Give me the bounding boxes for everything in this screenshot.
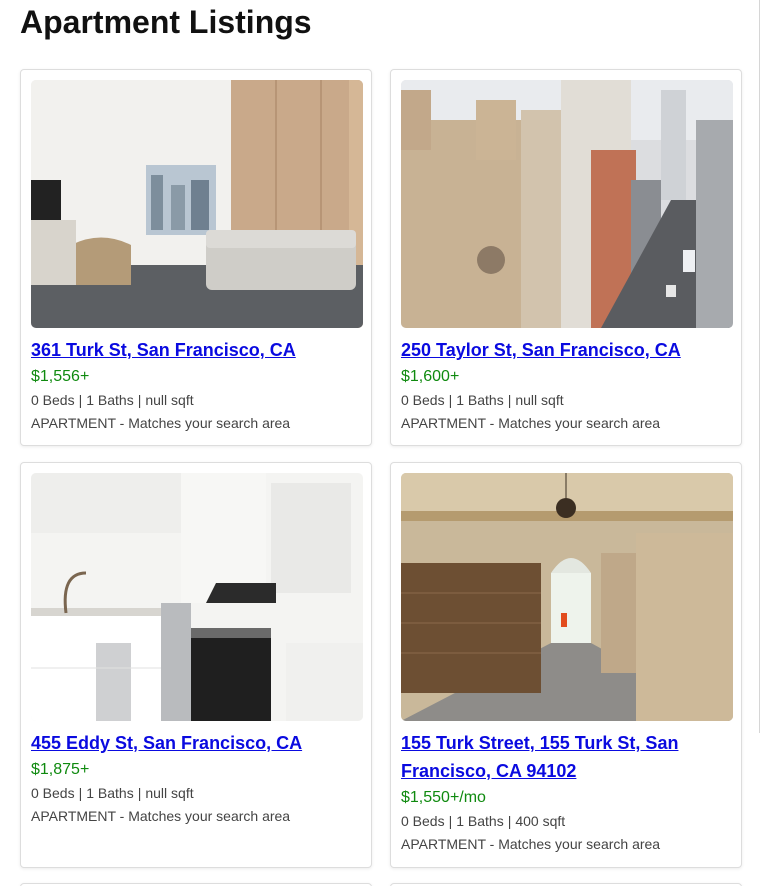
listing-photo-lobby[interactable]	[401, 473, 733, 721]
sqft-value: null sqft	[145, 392, 194, 408]
listing-photo-street[interactable]	[401, 80, 733, 328]
listing-info: 155 Turk Street, 155 Turk St, San Franci…	[401, 729, 733, 854]
listing-price: $1,600+	[401, 368, 460, 385]
listing-specs: 0 Beds | 1 Baths | 400 sqft	[401, 813, 566, 829]
listing-info: 455 Eddy St, San Francisco, CA $1,875+ 0…	[31, 729, 363, 826]
listing-specs: 0 Beds | 1 Baths | null sqft	[401, 392, 564, 408]
listing-card: 455 Eddy St, San Francisco, CA $1,875+ 0…	[20, 462, 372, 868]
listing-info: 250 Taylor St, San Francisco, CA $1,600+…	[401, 336, 733, 433]
listing-card: 361 Turk St, San Francisco, CA $1,556+ 0…	[20, 69, 372, 446]
listing-photo-kitchen[interactable]	[31, 473, 363, 721]
listing-description: APARTMENT - Matches your search area	[31, 415, 291, 431]
beds-value: 0 Beds	[31, 785, 75, 801]
listing-specs: 0 Beds | 1 Baths | null sqft	[31, 392, 194, 408]
beds-value: 0 Beds	[401, 392, 445, 408]
listing-photo-living-room[interactable]	[31, 80, 363, 328]
baths-value: 1 Baths	[86, 392, 134, 408]
listing-description: APARTMENT - Matches your search area	[401, 415, 661, 431]
page-title: Apartment Listings	[20, 4, 312, 40]
scroll-divider	[759, 0, 760, 733]
listing-price: $1,550+/mo	[401, 789, 486, 806]
listing-title-link[interactable]: 455 Eddy St, San Francisco, CA	[31, 729, 363, 757]
sqft-value: null sqft	[145, 785, 194, 801]
listing-card: 250 Taylor St, San Francisco, CA $1,600+…	[390, 69, 742, 446]
beds-value: 0 Beds	[31, 392, 75, 408]
sqft-value: null sqft	[515, 392, 564, 408]
listing-description: APARTMENT - Matches your search area	[401, 836, 661, 852]
listing-price: $1,875+	[31, 761, 90, 778]
beds-value: 0 Beds	[401, 813, 445, 829]
listing-title-link[interactable]: 250 Taylor St, San Francisco, CA	[401, 336, 733, 364]
listing-info: 361 Turk St, San Francisco, CA $1,556+ 0…	[31, 336, 363, 433]
baths-value: 1 Baths	[456, 392, 504, 408]
listing-card: 155 Turk Street, 155 Turk St, San Franci…	[390, 462, 742, 868]
baths-value: 1 Baths	[86, 785, 134, 801]
sqft-value: 400 sqft	[515, 813, 566, 829]
listing-title-link[interactable]: 155 Turk Street, 155 Turk St, San Franci…	[401, 729, 733, 785]
listing-price: $1,556+	[31, 368, 90, 385]
listings-page: Apartment Listings 361 Turk St, San Fran…	[0, 0, 761, 886]
listing-description: APARTMENT - Matches your search area	[31, 808, 291, 824]
baths-value: 1 Baths	[456, 813, 504, 829]
listing-title-link[interactable]: 361 Turk St, San Francisco, CA	[31, 336, 363, 364]
listing-specs: 0 Beds | 1 Baths | null sqft	[31, 785, 194, 801]
